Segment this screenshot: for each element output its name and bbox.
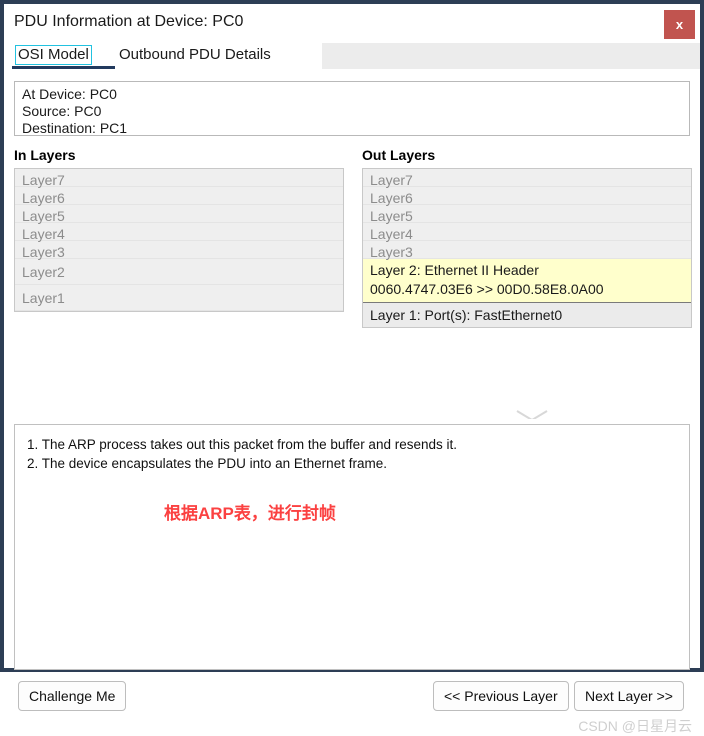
layer-row-label: Layer5 [22,208,65,224]
info-source: Source: PC0 [22,103,102,119]
layer-row-label: Layer7 [370,172,413,188]
description-line-2: 2. The device encapsulates the PDU into … [27,456,387,471]
window-title: PDU Information at Device: PC0 [14,13,244,30]
in-layers-header: In Layers [14,147,76,163]
device-info-box: At Device: PC0 Source: PC0 Destination: … [14,81,690,136]
challenge-me-button[interactable]: Challenge Me [18,681,127,711]
tab-bar: OSI Model Outbound PDU Details [4,42,700,72]
in-layers-list: Layer7 Layer6 Layer5 Layer4 Layer3 Layer2 Laye… [14,168,344,312]
layer-row[interactable]: Layer7 [15,169,343,188]
csdn-watermark: CSDN @日星月云 [578,718,692,734]
layer-row[interactable]: Layer5 [15,205,343,224]
layer-row-label: Layer4 [370,226,413,242]
layer-row-label: Layer 1: Port(s): FastEthernet0 [370,307,563,323]
layer-row-label: Layer1 [22,290,65,306]
layer-row[interactable]: Layer 1: Port(s): FastEthernet0 [363,303,691,327]
layer-row[interactable]: Layer6 [15,187,343,206]
layer-row-label: Layer3 [22,244,65,260]
layer-row-label: Layer5 [370,208,413,224]
tab-outbound-pdu-details[interactable]: Outbound PDU Details [119,42,271,72]
description-panel: 1. The ARP process takes out this packet… [14,424,690,670]
user-annotation: 根据ARP表，进行封帧 [164,504,336,523]
layer-row-detail: 0060.4747.03E6 >> 00D0.58E8.0A00 [370,281,604,297]
layer-row-label: Layer4 [22,226,65,242]
layer-row-label: Layer6 [370,190,413,206]
footer-bar: Challenge Me << Previous Layer Next Laye… [4,676,700,736]
tab-osi-model[interactable]: OSI Model [12,42,115,72]
layer-row[interactable]: Layer 2: Ethernet II Header 0060.4747.03E… [363,259,691,303]
out-layers-header: Out Layers [362,147,436,163]
tab-osi-model-label: OSI Model [15,45,92,65]
previous-layer-button[interactable]: << Previous Layer [433,681,569,711]
layer-row-label: Layer7 [22,172,65,188]
layer-row[interactable]: Layer4 [363,223,691,242]
next-layer-button[interactable]: Next Layer >> [574,681,684,711]
layer-row[interactable]: Layer7 [363,169,691,188]
description-line-1: 1. The ARP process takes out this packet… [27,437,457,452]
title-bar: PDU Information at Device: PC0 x [4,4,700,42]
tab-strip-filler [322,43,700,69]
info-at-device: At Device: PC0 [22,86,117,102]
layer-row-label: Layer 2: Ethernet II Header [370,262,539,278]
layer-row-label: Layer3 [370,244,413,260]
layer-row[interactable]: Layer1 [15,285,343,311]
layer-row-label: Layer6 [22,190,65,206]
tab-outbound-pdu-details-label: Outbound PDU Details [119,46,271,63]
layer-row[interactable]: Layer5 [363,205,691,224]
layer-row[interactable]: Layer3 [15,241,343,260]
pdu-information-window: PDU Information at Device: PC0 x OSI Mod… [0,0,704,734]
layer-row[interactable]: Layer6 [363,187,691,206]
tab-osi-model-underline [12,66,115,69]
layer-row-label: Layer2 [22,264,65,280]
layer-row[interactable]: Layer2 [15,259,343,285]
info-destination: Destination: PC1 [22,120,128,136]
chevron-down-icon [516,408,548,419]
out-layers-list: Layer7 Layer6 Layer5 Layer4 Layer3 Layer 2: E… [362,168,692,328]
layer-row[interactable]: Layer4 [15,223,343,242]
layer-row[interactable]: Layer3 [363,241,691,260]
close-icon[interactable]: x [664,10,695,39]
